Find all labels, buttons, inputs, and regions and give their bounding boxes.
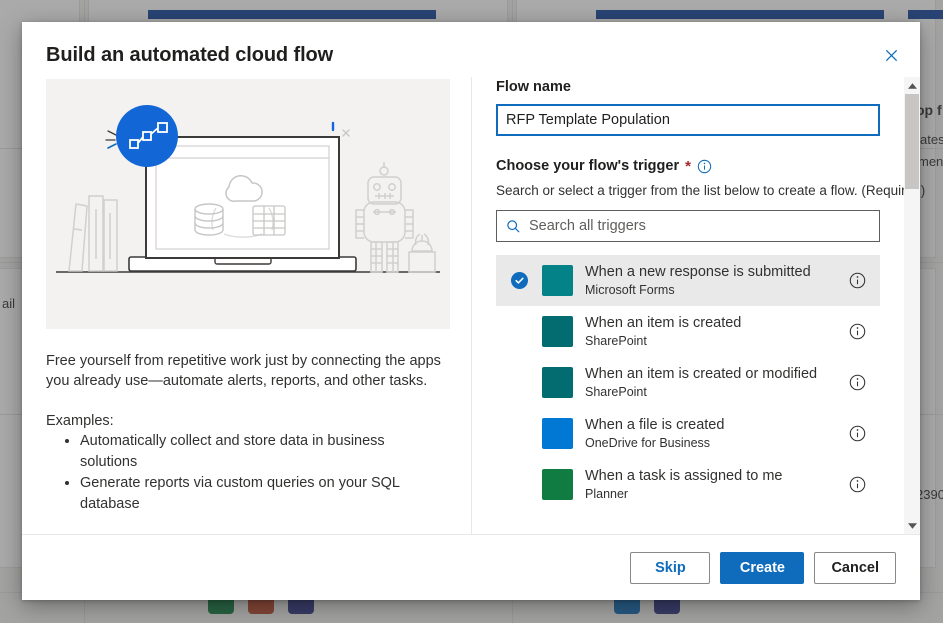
dialog-header: Build an automated cloud flow: [22, 22, 920, 77]
info-icon[interactable]: [849, 425, 866, 442]
automation-illustration: [46, 79, 450, 329]
dialog-title: Build an automated cloud flow: [46, 44, 334, 66]
dialog-right-panel: Flow name Choose your flow's trigger * S…: [472, 77, 926, 534]
trigger-list-item[interactable]: When a file is created OneDrive for Busi…: [496, 408, 880, 459]
trigger-help-text: Search or select a trigger from the list…: [496, 183, 926, 198]
dialog-footer: Skip Create Cancel: [22, 534, 920, 600]
required-marker: *: [685, 157, 691, 175]
info-icon[interactable]: [849, 323, 866, 340]
connector-icon: [542, 469, 573, 500]
trigger-title: When an item is created: [585, 314, 742, 331]
close-icon[interactable]: [876, 40, 906, 70]
trigger-list: When a new response is submitted Microso…: [496, 255, 880, 510]
check-icon: [510, 272, 528, 289]
trigger-text: When an item is created SharePoint: [585, 315, 849, 349]
info-icon[interactable]: [697, 159, 712, 174]
trigger-connector-name: SharePoint: [585, 384, 647, 399]
connector-icon: [542, 265, 573, 296]
connector-icon: [542, 418, 573, 449]
create-button[interactable]: Create: [720, 551, 805, 584]
examples-list: Automatically collect and store data in …: [46, 431, 443, 515]
trigger-connector-name: OneDrive for Business: [585, 435, 711, 450]
trigger-text: When a file is created OneDrive for Busi…: [585, 417, 849, 451]
trigger-list-item[interactable]: When an item is created SharePoint: [496, 306, 880, 357]
list-item: Generate reports via custom queries on y…: [80, 473, 443, 515]
trigger-title: When a file is created: [585, 416, 725, 433]
trigger-label: Choose your flow's trigger *: [496, 158, 890, 174]
scroll-up-arrow-icon[interactable]: [904, 77, 920, 94]
connector-icon: [542, 316, 573, 347]
trigger-list-item[interactable]: When a task is assigned to me Planner: [496, 459, 880, 510]
trigger-title: When a new response is submitted: [585, 263, 811, 280]
info-icon[interactable]: [849, 476, 866, 493]
search-icon: [506, 219, 521, 234]
dialog-description: Free yourself from repetitive work just …: [46, 353, 441, 389]
search-input[interactable]: [529, 218, 870, 234]
trigger-list-item[interactable]: When an item is created or modified Shar…: [496, 357, 880, 408]
trigger-text: When a task is assigned to me Planner: [585, 468, 849, 502]
dialog-body: Free yourself from repetitive work just …: [22, 77, 926, 534]
build-flow-dialog: Build an automated cloud flow Free yours…: [22, 22, 926, 600]
trigger-text: When a new response is submitted Microso…: [585, 264, 849, 298]
dialog-scrollbar[interactable]: [904, 77, 920, 534]
scroll-down-arrow-icon[interactable]: [904, 517, 920, 534]
trigger-connector-name: SharePoint: [585, 333, 647, 348]
list-item: Automatically collect and store data in …: [80, 431, 443, 473]
flow-name-label-text: Flow name: [496, 79, 571, 95]
trigger-connector-name: Planner: [585, 486, 629, 501]
cancel-button[interactable]: Cancel: [814, 551, 896, 584]
skip-button[interactable]: Skip: [630, 551, 711, 584]
trigger-title: When an item is created or modified: [585, 365, 818, 382]
trigger-label-text: Choose your flow's trigger: [496, 158, 680, 174]
scrollbar-thumb[interactable]: [905, 94, 919, 189]
trigger-list-item[interactable]: When a new response is submitted Microso…: [496, 255, 880, 306]
flow-name-label: Flow name: [496, 79, 890, 95]
search-triggers-box[interactable]: [496, 210, 880, 242]
examples-label: Examples:: [46, 413, 114, 429]
scrollbar-track[interactable]: [904, 94, 920, 517]
flow-name-input[interactable]: [496, 104, 880, 136]
trigger-title: When a task is assigned to me: [585, 467, 783, 484]
trigger-connector-name: Microsoft Forms: [585, 282, 675, 297]
connector-icon: [542, 367, 573, 398]
selected-indicator: [496, 272, 542, 289]
info-icon[interactable]: [849, 374, 866, 391]
info-icon[interactable]: [849, 272, 866, 289]
trigger-text: When an item is created or modified Shar…: [585, 366, 849, 400]
dialog-left-panel: Free yourself from repetitive work just …: [46, 77, 472, 534]
